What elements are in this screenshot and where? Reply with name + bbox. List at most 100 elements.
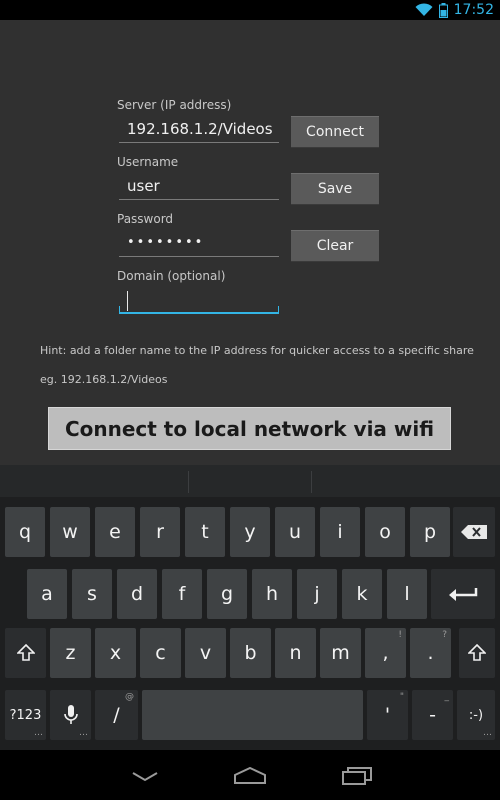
key-a[interactable]: a (27, 569, 67, 619)
microphone-icon (63, 705, 78, 724)
connect-wifi-button[interactable]: Connect to local network via wifi (48, 407, 451, 450)
clear-button[interactable]: Clear (291, 230, 379, 262)
shift-key-right[interactable] (459, 628, 495, 678)
key-r[interactable]: r (140, 507, 180, 557)
key-label: g (220, 583, 234, 605)
key-d[interactable]: d (117, 569, 157, 619)
apostrophe-key-label: ' (384, 704, 391, 726)
key-label: f (178, 583, 186, 605)
suggestion-divider (311, 471, 312, 493)
more-dots: … (483, 728, 492, 738)
server-input[interactable]: 192.168.1.2/Videos (119, 117, 279, 143)
dash-key-hint: _ (444, 692, 450, 702)
apostrophe-key[interactable]: ' " (367, 690, 408, 740)
key-label: x (109, 642, 122, 664)
key-label: t (201, 521, 209, 543)
slash-key[interactable]: / @ (95, 690, 138, 740)
key-b[interactable]: b (230, 628, 271, 678)
key-label: e (109, 521, 121, 543)
key-j[interactable]: j (297, 569, 337, 619)
key-q[interactable]: q (5, 507, 45, 557)
key-label: u (288, 521, 302, 543)
space-bar[interactable] (142, 690, 363, 740)
dash-key-label: - (429, 704, 436, 726)
voice-input-key[interactable]: … (50, 690, 91, 740)
key-label: o (379, 521, 391, 543)
key-label: l (404, 583, 410, 605)
status-bar: 17:52 (0, 0, 500, 20)
key-o[interactable]: o (365, 507, 405, 557)
key-y[interactable]: y (230, 507, 270, 557)
recent-apps-icon[interactable] (342, 767, 372, 785)
home-icon[interactable] (234, 767, 266, 784)
username-label: Username (117, 155, 179, 169)
back-chevron-icon[interactable] (132, 772, 158, 782)
key-label: y (244, 521, 256, 543)
navigation-bar (0, 750, 500, 800)
text-cursor (127, 291, 128, 311)
key-k[interactable]: k (342, 569, 382, 619)
enter-key[interactable] (431, 569, 495, 619)
backspace-key[interactable] (453, 507, 495, 557)
battery-icon (438, 2, 448, 18)
shift-icon (468, 644, 486, 661)
key-v[interactable]: v (185, 628, 226, 678)
key-z[interactable]: z (50, 628, 91, 678)
domain-label: Domain (optional) (117, 269, 226, 283)
key-f[interactable]: f (162, 569, 202, 619)
symbols-key[interactable]: ?123 … (5, 690, 46, 740)
key-x[interactable]: x (95, 628, 136, 678)
key-w[interactable]: w (50, 507, 90, 557)
key-label: , (382, 642, 389, 664)
key-label: k (356, 583, 368, 605)
key-m[interactable]: m (320, 628, 361, 678)
key-i[interactable]: i (320, 507, 360, 557)
dash-key[interactable]: - _ (412, 690, 453, 740)
key-u[interactable]: u (275, 507, 315, 557)
save-button[interactable]: Save (291, 173, 379, 205)
key-t[interactable]: t (185, 507, 225, 557)
key-l[interactable]: l (387, 569, 427, 619)
symbols-key-label: ?123 (9, 707, 42, 723)
key-c[interactable]: c (140, 628, 181, 678)
password-label: Password (117, 212, 174, 226)
slash-key-hint: @ (125, 692, 134, 702)
key-label: i (337, 521, 343, 543)
soft-keyboard: q w e r t y u i o p a s d f g h j k l z x c v b n m,!.? ?123 … (0, 465, 500, 750)
key-label: p (423, 521, 437, 543)
key-label: j (314, 583, 320, 605)
status-time: 17:52 (453, 2, 494, 18)
key-label: w (62, 521, 78, 543)
enter-icon (449, 588, 478, 601)
key-e[interactable]: e (95, 507, 135, 557)
backspace-icon (461, 525, 487, 539)
key-label: q (18, 521, 32, 543)
smiley-key[interactable]: :-) … (457, 690, 495, 740)
key-p[interactable]: p (410, 507, 450, 557)
apostrophe-key-hint: " (399, 692, 404, 702)
password-input[interactable]: •••••••• (119, 231, 279, 257)
key-label: b (244, 642, 257, 664)
key-hint: ? (442, 630, 447, 640)
key-h[interactable]: h (252, 569, 292, 619)
username-input[interactable]: user (119, 174, 279, 200)
key-label: z (65, 642, 76, 664)
hint-example: eg. 192.168.1.2/Videos (40, 373, 168, 386)
suggestion-strip[interactable] (0, 465, 500, 497)
shift-key-left[interactable] (5, 628, 46, 678)
suggestion-divider (188, 471, 189, 493)
domain-input[interactable] (119, 288, 279, 314)
key-period[interactable]: .? (410, 628, 451, 678)
key-label: m (331, 642, 350, 664)
key-label: n (289, 642, 302, 664)
slash-key-label: / (113, 704, 120, 726)
key-comma[interactable]: ,! (365, 628, 406, 678)
key-s[interactable]: s (72, 569, 112, 619)
key-label: d (130, 583, 144, 605)
key-label: s (87, 583, 97, 605)
key-g[interactable]: g (207, 569, 247, 619)
key-label: c (155, 642, 166, 664)
connect-button[interactable]: Connect (291, 116, 379, 148)
key-n[interactable]: n (275, 628, 316, 678)
key-label: . (427, 642, 434, 664)
